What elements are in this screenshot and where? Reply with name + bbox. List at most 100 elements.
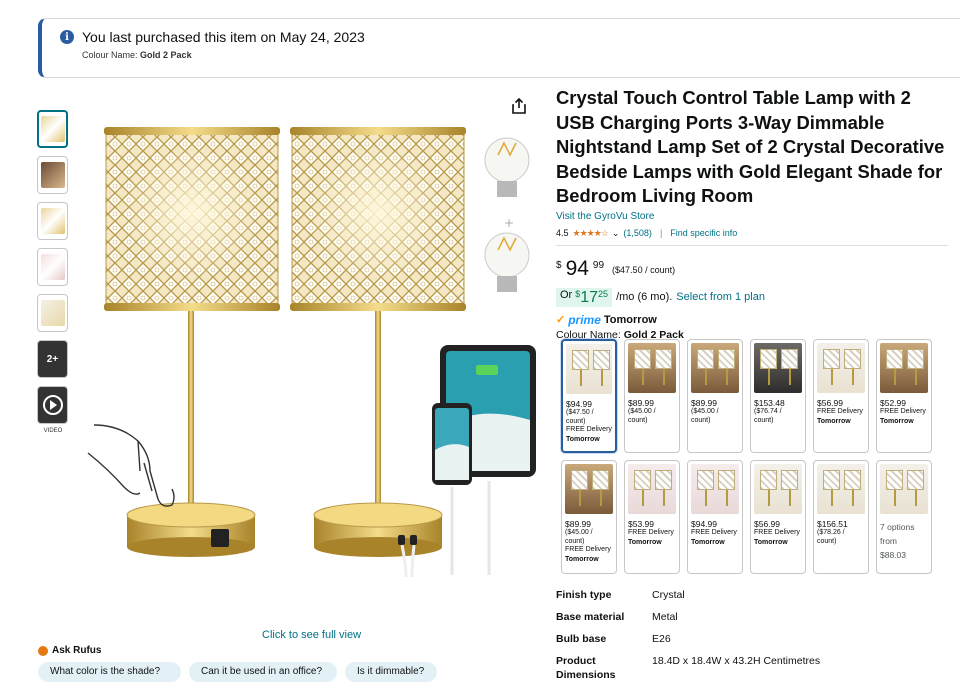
ask-rufus-label: Ask Rufus — [52, 645, 102, 656]
emi-prefix: Or — [560, 288, 573, 301]
emi-suffix: /mo (6 mo). — [616, 291, 673, 303]
device-illustrations — [432, 345, 536, 575]
play-icon — [42, 395, 63, 415]
swatch-image — [880, 343, 928, 393]
swatch-price: $89.99 — [628, 398, 654, 408]
colour-swatches: $94.99 ($47.50 / count) FREE Delivery Tomor… — [561, 339, 936, 574]
delivery-day: Tomorrow — [603, 313, 657, 326]
monthly-payment: Or $ 17 25 /mo (6 mo). Select from 1 pla… — [556, 287, 948, 307]
colour-swatch[interactable]: $94.99 ($47.50 / count) FREE Delivery Tomor… — [561, 339, 617, 453]
thumbnail-2[interactable] — [37, 156, 68, 194]
swatch-unit-price: ($45.00 / count) — [628, 408, 656, 424]
colour-swatch[interactable]: $89.99 ($45.00 / count) — [687, 339, 743, 453]
prime-check-icon: ✓ — [556, 314, 566, 326]
spec-value: Metal — [652, 611, 678, 623]
swatch-image — [754, 464, 802, 514]
rufus-chip[interactable]: Is it dimmable? — [345, 662, 437, 682]
swatch-options: 7 options from — [880, 522, 915, 546]
swatch-unit-price: ($45.00 / count) — [565, 529, 593, 545]
ask-rufus[interactable]: Ask Rufus — [38, 645, 101, 656]
share-icon[interactable] — [510, 97, 528, 115]
find-info-link[interactable]: Find specific info — [670, 228, 737, 238]
swatch-price: $56.99 — [754, 519, 780, 529]
swatch-unit-price: ($47.50 / count) — [566, 409, 594, 425]
banner-colour-label: Colour Name: — [82, 50, 138, 60]
swatch-price-from: $88.03 — [880, 550, 906, 560]
hand-illustration — [87, 424, 175, 507]
swatch-delivery-day: Tomorrow — [691, 538, 725, 546]
swatch-price: $89.99 — [691, 398, 717, 408]
prime-delivery: ✓ prime Tomorrow — [556, 313, 948, 327]
rating-value: 4.5 — [556, 228, 569, 238]
video-label: VIDEO — [43, 428, 63, 434]
thumbnail-5[interactable] — [37, 294, 68, 332]
more-images-thumbnail[interactable]: 2+ — [37, 340, 68, 378]
colour-swatch[interactable]: $156.51 ($78.26 / count) — [813, 460, 869, 574]
swatch-delivery-day: Tomorrow — [817, 417, 851, 425]
colour-swatch[interactable]: $53.99 FREE Delivery Tomorrow — [624, 460, 680, 574]
product-title: Crystal Touch Control Table Lamp with 2 … — [556, 87, 945, 206]
swatch-image — [628, 343, 676, 393]
swatch-delivery-day: Tomorrow — [566, 435, 600, 443]
swatch-image — [817, 464, 865, 514]
store-link[interactable]: Visit the GyroVu Store — [556, 211, 654, 222]
colour-swatch[interactable]: 7 options from $88.03 — [876, 460, 932, 574]
chevron-down-icon[interactable]: ⌄ — [612, 228, 620, 239]
colour-swatch[interactable]: $56.99 FREE Delivery Tomorrow — [813, 339, 869, 453]
colour-swatch[interactable]: $89.99 ($45.00 / count) — [624, 339, 680, 453]
rating-count-link[interactable]: (1,508) — [623, 228, 652, 238]
thumbnail-1[interactable] — [37, 110, 68, 148]
colour-swatch[interactable]: $52.99 FREE Delivery Tomorrow — [876, 339, 932, 453]
swatch-image — [566, 344, 612, 394]
main-product-image[interactable]: + — [80, 95, 540, 585]
select-plan-link[interactable]: Select from 1 plan — [676, 291, 765, 303]
full-view-link[interactable]: Click to see full view — [262, 629, 361, 641]
rufus-icon — [38, 645, 48, 656]
swatch-delivery: FREE Delivery — [880, 408, 926, 415]
price-whole: 94 — [565, 256, 589, 280]
svg-text:+: + — [504, 216, 514, 230]
unit-price: ($47.50 / count) — [612, 264, 676, 275]
spec-key: Product Dimensions — [556, 655, 616, 681]
price-currency: $ — [556, 259, 562, 271]
swatch-delivery: FREE Delivery — [565, 546, 611, 553]
thumbnail-3[interactable] — [37, 202, 68, 240]
video-thumbnail[interactable] — [37, 386, 68, 424]
product-specs: Finish type Crystal Base material Metal Bu… — [556, 588, 820, 690]
star-rating-icon[interactable]: ★★★★☆ — [573, 228, 609, 239]
thumbnail-4[interactable] — [37, 248, 68, 286]
colour-swatch[interactable]: $89.99 ($45.00 / count) FREE Delivery Tomor… — [561, 460, 617, 574]
emi-fraction: 25 — [598, 288, 609, 299]
swatch-unit-price: ($45.00 / count) — [691, 408, 719, 424]
swatch-price: $56.99 — [817, 398, 843, 408]
spec-row: Product Dimensions 18.4D x 18.4W x 43.2H … — [556, 654, 820, 682]
colour-swatch[interactable]: $94.99 FREE Delivery Tomorrow — [687, 460, 743, 574]
swatch-delivery-day: Tomorrow — [565, 555, 599, 563]
banner-message: You last purchased this item on May 24, … — [82, 29, 365, 45]
swatch-image — [754, 343, 802, 393]
rufus-chip[interactable]: Can it be used in an office? — [189, 662, 337, 682]
banner-colour: Colour Name: Gold 2 Pack — [82, 50, 949, 60]
lamp-right — [290, 127, 466, 578]
product-details: Crystal Touch Control Table Lamp with 2 … — [556, 86, 948, 341]
swatch-unit-price: ($76.74 / count) — [754, 408, 782, 424]
price-fraction: 99 — [592, 259, 605, 271]
info-icon: i — [60, 30, 74, 44]
swatch-price: $153.48 — [754, 398, 785, 408]
swatch-image — [691, 343, 739, 393]
swatch-image — [628, 464, 676, 514]
rufus-chip[interactable]: What color is the shade? — [38, 662, 181, 682]
emi-whole: 17 — [580, 288, 599, 306]
swatch-price: $94.99 — [691, 519, 717, 529]
swatch-image — [691, 464, 739, 514]
divider: | — [659, 228, 663, 238]
spec-value: Crystal — [652, 589, 685, 601]
image-thumbnails: 2+ VIDEO — [37, 110, 69, 434]
colour-swatch[interactable]: $56.99 FREE Delivery Tomorrow — [750, 460, 806, 574]
swatch-price: $94.99 — [566, 399, 592, 409]
spec-key: Finish type — [556, 589, 612, 601]
swatch-price: $156.51 — [817, 519, 848, 529]
rating-row: 4.5 ★★★★☆ ⌄ (1,508) | Find specific info — [556, 228, 948, 246]
swatch-delivery: FREE Delivery — [628, 529, 674, 536]
colour-swatch[interactable]: $153.48 ($76.74 / count) — [750, 339, 806, 453]
